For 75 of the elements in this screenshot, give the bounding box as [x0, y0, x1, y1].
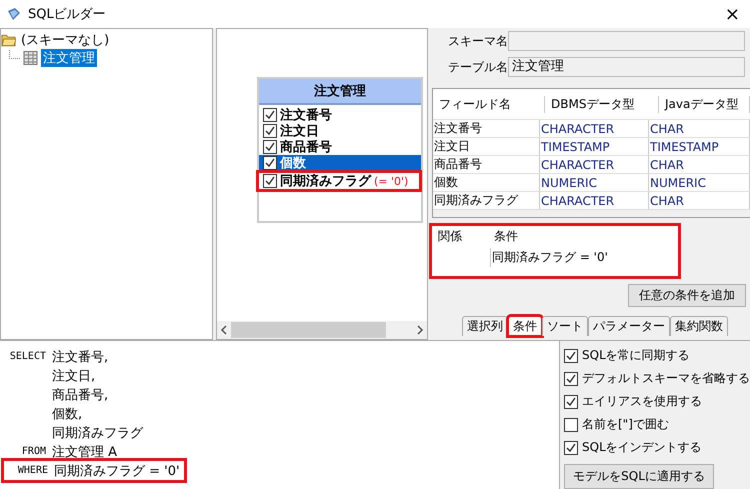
app-icon — [6, 6, 22, 22]
field-name: 注文日 — [280, 122, 319, 140]
column-header[interactable]: Javaデータ型 — [659, 96, 750, 112]
sql-text: 同期済みフラグ — [52, 424, 143, 442]
checkbox[interactable] — [564, 418, 578, 432]
column-header[interactable]: 関係 — [432, 228, 488, 245]
checkbox[interactable] — [263, 174, 277, 188]
checkbox[interactable] — [564, 394, 578, 408]
checkbox[interactable] — [263, 156, 277, 170]
field-label: テーブル名 — [448, 58, 508, 76]
scroll-thumb[interactable] — [231, 322, 386, 338]
entity-title: 注文管理 — [259, 79, 421, 105]
field-name: 同期済みフラグ — [280, 172, 371, 190]
sql-keyword: WHERE — [16, 465, 48, 476]
field-name: 個数 — [280, 155, 306, 172]
column-header[interactable]: 条件 — [488, 228, 678, 245]
field-name: 商品番号 — [280, 138, 332, 156]
table-cell: NUMERIC — [540, 174, 649, 191]
add-condition-button[interactable]: 任意の条件を追加 — [628, 284, 746, 307]
tree-item[interactable]: 注文管理 — [41, 49, 97, 67]
table-cell: NUMERIC — [649, 174, 750, 191]
tab[interactable]: ソート — [542, 316, 588, 336]
sql-text: 注文管理 A — [52, 444, 118, 460]
field-name: 注文番号 — [280, 106, 332, 124]
table-cell: CHAR — [649, 192, 750, 209]
apply-button[interactable]: モデルをSQLに適用する — [564, 464, 714, 489]
table-cell: CHARACTER — [540, 120, 649, 137]
option-label: エイリアスを使用する — [582, 393, 702, 410]
table-name-field[interactable]: 注文管理 — [508, 57, 745, 77]
table-cell: CHARACTER — [540, 156, 649, 173]
field-label: スキーマ名 — [448, 32, 508, 50]
checkbox[interactable] — [263, 108, 277, 122]
table-cell: 同期済みフラグ = '0' — [490, 248, 678, 267]
tree-item[interactable]: (スキーマなし) — [19, 31, 112, 49]
table-cell: CHAR — [649, 120, 750, 137]
table-cell: CHAR — [649, 156, 750, 173]
schema-field[interactable] — [508, 31, 745, 51]
tab[interactable]: 集約関数 — [670, 316, 728, 336]
table-cell: TIMESTAMP — [540, 138, 649, 155]
tab[interactable]: 選択列 — [462, 316, 508, 336]
sql-text: 注文番号, — [52, 348, 108, 366]
folder-icon — [1, 33, 16, 47]
sql-text: 個数, — [52, 406, 82, 422]
window-title: SQLビルダー — [28, 6, 107, 23]
table-cell: CHARACTER — [540, 192, 649, 209]
checkbox[interactable] — [564, 372, 578, 386]
sql-editor[interactable]: SELECT 注文番号, 注文日, 商品番号, 個数, 同期済みフラグ FROM 注文管理 A WHERE 同期済みフラグ = '0' — [0, 341, 560, 489]
option-label: SQLを常に同期する — [582, 347, 690, 364]
checkbox[interactable] — [263, 140, 277, 154]
checkbox[interactable] — [564, 348, 578, 362]
option-label: SQLをインデントする — [582, 439, 702, 456]
sql-text: 商品番号, — [52, 386, 108, 404]
sql-text: 同期済みフラグ = '0' — [54, 462, 180, 480]
checkbox[interactable] — [263, 124, 277, 138]
table-icon — [23, 51, 38, 65]
table-cell: 注文日 — [433, 138, 540, 155]
sql-keyword: SELECT — [8, 351, 46, 362]
tab[interactable]: 条件 — [508, 316, 542, 336]
condition-text: (= '0') — [374, 174, 408, 188]
tab[interactable]: パラメーター — [588, 316, 670, 336]
sql-text: 注文日, — [52, 368, 96, 384]
column-header[interactable]: フィールド名 — [433, 96, 545, 112]
table-cell: TIMESTAMP — [649, 138, 750, 155]
checkbox[interactable] — [564, 440, 578, 454]
table-cell: 注文番号 — [433, 120, 540, 137]
option-label: デフォルトスキーマを省略する — [582, 370, 750, 387]
horizontal-scrollbar[interactable] — [217, 321, 427, 339]
option-label: 名前を["]で囲む — [582, 416, 669, 433]
sql-keyword: FROM — [20, 446, 46, 457]
entity-card[interactable]: 注文管理 注文番号 注文日 商品番号 個数 同期済みフラグ (= '0') — [257, 77, 423, 223]
column-header[interactable]: DBMSデータ型 — [545, 96, 659, 112]
close-button[interactable]: × — [720, 4, 744, 24]
table-cell: 商品番号 — [433, 156, 540, 173]
table-cell: 同期済みフラグ — [433, 192, 540, 209]
table-cell: 個数 — [433, 174, 540, 191]
